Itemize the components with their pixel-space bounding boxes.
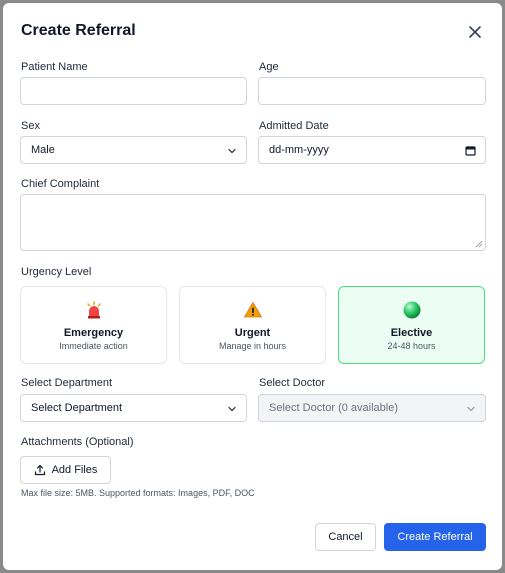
- urgency-level-label: Urgency Level: [21, 266, 92, 278]
- close-icon: [469, 26, 481, 38]
- sex-select[interactable]: Male: [20, 136, 247, 164]
- green-circle-icon: [403, 301, 420, 319]
- urgency-option-urgent[interactable]: Urgent Manage in hours: [179, 286, 326, 364]
- admitted-date-input[interactable]: dd-mm-yyyy: [258, 136, 486, 164]
- attachments-label: Attachments (Optional): [21, 436, 134, 448]
- doctor-select[interactable]: Select Doctor (0 available): [258, 394, 486, 422]
- department-label: Select Department: [21, 377, 113, 389]
- dialog-title: Create Referral: [21, 22, 136, 39]
- patient-name-input[interactable]: [20, 77, 247, 105]
- chevron-down-icon: [228, 406, 236, 412]
- urgency-option-emergency[interactable]: Emergency Immediate action: [20, 286, 167, 364]
- elective-title: Elective: [390, 327, 433, 339]
- department-select[interactable]: Select Department: [20, 394, 247, 422]
- age-input[interactable]: [258, 77, 486, 105]
- sex-value: Male: [31, 144, 55, 156]
- upload-icon: [34, 464, 45, 476]
- close-button[interactable]: [465, 22, 485, 42]
- resize-handle-icon[interactable]: [475, 240, 483, 248]
- admitted-date-label: Admitted Date: [259, 120, 329, 132]
- calendar-icon[interactable]: [465, 145, 476, 156]
- chief-complaint-textarea[interactable]: [20, 194, 486, 251]
- file-size-hint: Max file size: 5MB. Supported formats: I…: [21, 488, 255, 498]
- chevron-down-icon: [228, 148, 236, 154]
- urgent-title: Urgent: [234, 327, 271, 339]
- chief-complaint-label: Chief Complaint: [21, 178, 100, 190]
- sex-label: Sex: [21, 120, 40, 132]
- elective-subtitle: 24-48 hours: [387, 341, 436, 351]
- create-referral-dialog: Create Referral Patient Name Age Sex Mal…: [3, 3, 502, 570]
- chevron-down-icon: [467, 406, 475, 412]
- warning-icon: [243, 302, 262, 318]
- cancel-button[interactable]: Cancel: [315, 523, 376, 551]
- admitted-date-value: dd-mm-yyyy: [269, 144, 329, 156]
- doctor-value: Select Doctor (0 available): [269, 402, 399, 414]
- emergency-title: Emergency: [63, 327, 124, 339]
- patient-name-label: Patient Name: [21, 61, 88, 73]
- add-files-label: Add Files: [51, 464, 98, 476]
- urgent-subtitle: Manage in hours: [218, 341, 287, 351]
- urgency-option-elective[interactable]: Elective 24-48 hours: [338, 286, 485, 364]
- department-value: Select Department: [31, 402, 123, 414]
- siren-icon: [86, 301, 101, 319]
- doctor-label: Select Doctor: [259, 377, 326, 389]
- add-files-button[interactable]: Add Files: [20, 456, 111, 484]
- age-label: Age: [259, 61, 279, 73]
- create-referral-button[interactable]: Create Referral: [384, 523, 486, 551]
- emergency-subtitle: Immediate action: [59, 341, 128, 351]
